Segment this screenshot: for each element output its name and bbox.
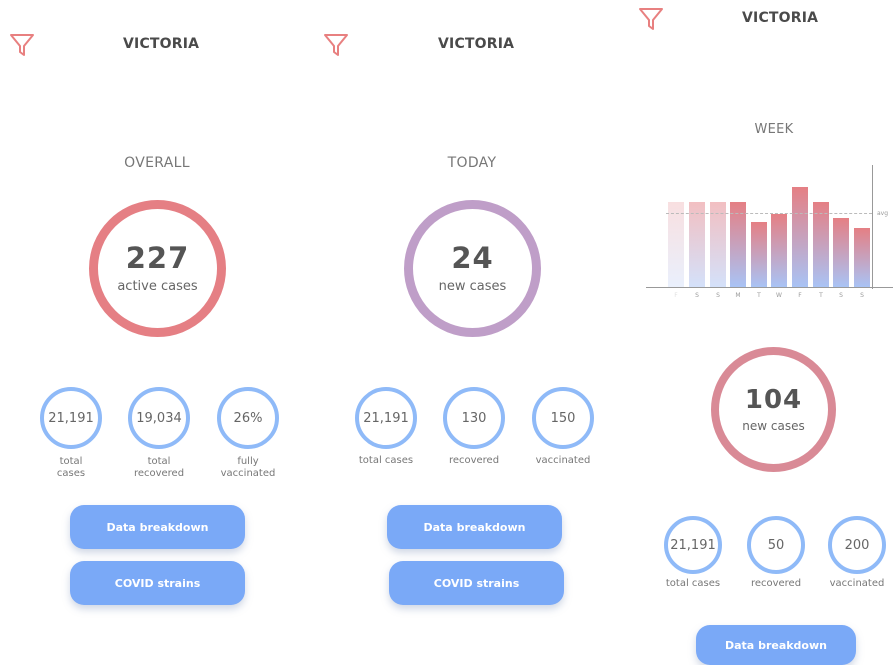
stat-value: 21,191 — [670, 537, 716, 553]
stat-label: vaccinated — [535, 455, 591, 466]
chart-bar — [730, 202, 746, 287]
stat-label: recovered — [750, 578, 802, 589]
chart-bar — [751, 222, 767, 287]
stat-value: 19,034 — [136, 410, 182, 426]
stat-value: 50 — [767, 537, 785, 553]
stat-value: 21,191 — [48, 410, 94, 426]
chart-x-tick-label: S — [716, 292, 720, 299]
stat-label: total cases — [665, 578, 721, 589]
stat-label: fully vaccinated — [220, 456, 276, 479]
week-new-cases-value: 104 — [744, 384, 803, 415]
chart-x-tick-label: S — [839, 292, 843, 299]
stat-ring-vaccinated: 150 — [532, 387, 594, 449]
stat-ring-vaccinated: 200 — [828, 516, 886, 574]
chart-bar — [668, 202, 684, 287]
chart-x-tick-label: S — [695, 292, 699, 299]
stat-ring-total-cases: 21,191 — [664, 516, 722, 574]
active-cases-value: 227 — [125, 240, 190, 275]
chart-bar — [813, 202, 829, 287]
stat-ring-recovered: 130 — [443, 387, 505, 449]
stat-value: 26% — [233, 410, 263, 426]
stat-label: total cases — [56, 456, 86, 479]
chart-bar — [689, 202, 705, 287]
new-cases-ring: 24 new cases — [404, 200, 541, 337]
avg-label: avg — [877, 210, 889, 217]
data-breakdown-button[interactable]: Data breakdown — [696, 625, 856, 665]
chart-x-tick-label: S — [860, 292, 864, 299]
avg-line — [666, 213, 872, 214]
filter-icon[interactable] — [9, 33, 35, 57]
chart-x-tick-label: T — [819, 292, 823, 299]
region-title: VICTORIA — [123, 36, 200, 52]
stat-ring-fully-vaccinated: 26% — [217, 387, 279, 449]
data-breakdown-button[interactable]: Data breakdown — [387, 505, 562, 549]
filter-icon[interactable] — [323, 33, 349, 57]
panel-heading: OVERALL — [124, 155, 190, 171]
stat-value: 200 — [844, 537, 870, 553]
region-title: VICTORIA — [742, 10, 819, 26]
chart-x-tick-label: W — [776, 292, 782, 299]
stat-value: 150 — [550, 410, 576, 426]
stat-ring-recovered: 50 — [747, 516, 805, 574]
chart-bar — [854, 228, 870, 287]
covid-strains-button[interactable]: COVID strains — [70, 561, 245, 605]
stat-label: total cases — [358, 455, 414, 466]
stat-label: recovered — [448, 455, 500, 466]
new-cases-value: 24 — [451, 240, 494, 275]
data-breakdown-button[interactable]: Data breakdown — [70, 505, 245, 549]
chart-plot-area — [666, 165, 872, 287]
chart-bar — [771, 214, 787, 287]
stat-label: vaccinated — [829, 578, 885, 589]
chart-bar — [833, 218, 849, 287]
chart-x-axis — [646, 287, 893, 288]
chart-x-tick-label: T — [757, 292, 761, 299]
chart-x-tick-label: F — [798, 292, 802, 299]
chart-bar — [710, 202, 726, 287]
filter-icon[interactable] — [638, 7, 664, 31]
stat-value: 21,191 — [363, 410, 409, 426]
region-title: VICTORIA — [438, 36, 515, 52]
chart-bar — [792, 187, 808, 287]
panel-heading: TODAY — [447, 155, 497, 171]
week-new-cases-caption: new cases — [742, 418, 805, 433]
panel-heading: WEEK — [754, 122, 794, 137]
stat-value: 130 — [461, 410, 487, 426]
active-cases-caption: active cases — [117, 278, 198, 294]
new-cases-caption: new cases — [438, 278, 507, 294]
chart-y-axis — [872, 165, 873, 289]
stat-ring-total-cases: 21,191 — [355, 387, 417, 449]
stat-ring-total-recovered: 19,034 — [128, 387, 190, 449]
stat-ring-total-cases: 21,191 — [40, 387, 102, 449]
stat-label: total recovered — [133, 456, 185, 479]
chart-x-tick-label: M — [735, 292, 741, 299]
week-new-cases-ring: 104 new cases — [711, 347, 836, 472]
chart-x-tick-label: F — [674, 292, 678, 299]
covid-strains-button[interactable]: COVID strains — [389, 561, 564, 605]
active-cases-ring: 227 active cases — [89, 200, 226, 337]
